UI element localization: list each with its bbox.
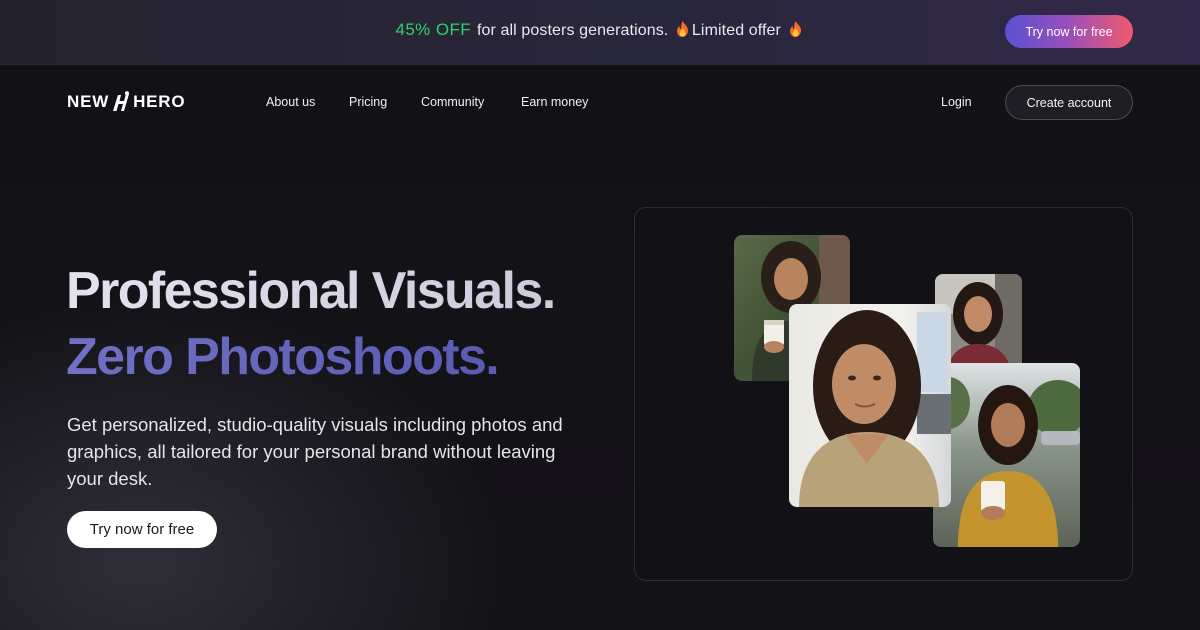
promo-bar: 45% OFF for all posters generations. Limi… [0,0,1200,65]
nav-community[interactable]: Community [421,95,484,109]
logo[interactable]: NEW HERO [67,90,185,114]
portrait-closeup-office-image [789,304,951,507]
promo-discount: 45% OFF [395,20,472,39]
hero-try-button[interactable]: Try now for free [67,511,217,548]
promo-limited: Limited offer [691,22,781,39]
portrait-street-coffee-sweater-image [933,363,1080,547]
nav-pricing[interactable]: Pricing [349,95,387,109]
logo-text-left: NEW [67,92,110,111]
login-link[interactable]: Login [941,95,972,109]
page: 45% OFF for all posters generations. Limi… [0,0,1200,630]
hero-headline: Professional Visuals. Zero Photoshoots. [66,258,626,390]
nav-earn-money[interactable]: Earn money [521,95,588,109]
promo-description: for all posters generations. [477,22,669,39]
promo-try-button[interactable]: Try now for free [1005,15,1133,48]
hero-figure-icon [113,91,130,111]
showcase-panel [634,207,1133,581]
fire-icon [676,21,688,37]
create-account-button[interactable]: Create account [1005,85,1133,120]
headline-line-2: Zero Photoshoots. [66,324,626,390]
fire-icon [789,21,801,37]
nav-about-us[interactable]: About us [266,95,315,109]
logo-text-right: HERO [133,92,186,111]
hero-subtext: Get personalized, studio-quality visuals… [67,414,563,489]
headline-line-1: Professional Visuals. [66,258,626,324]
